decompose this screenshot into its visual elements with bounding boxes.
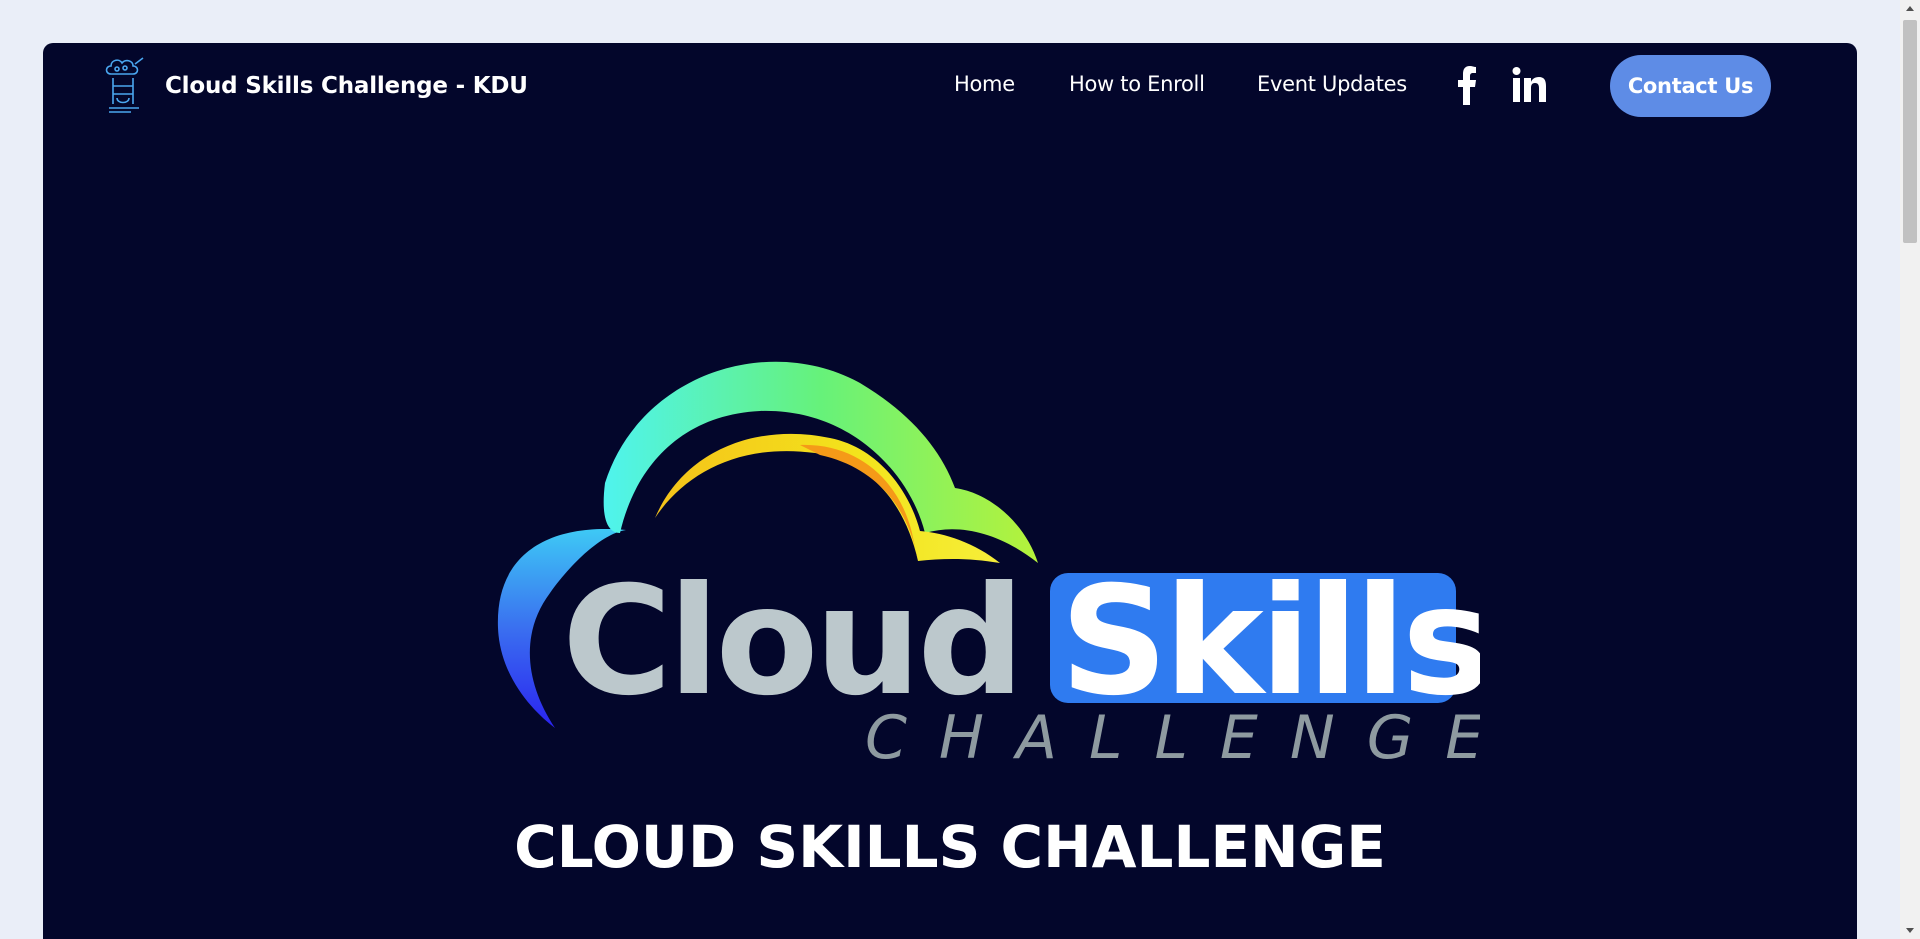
scroll-up-arrow-icon[interactable] xyxy=(1900,0,1920,17)
linkedin-link[interactable] xyxy=(1512,65,1546,105)
nav-home[interactable]: Home xyxy=(954,72,1015,96)
brand-logo-icon xyxy=(105,57,144,113)
scroll-down-arrow-icon[interactable] xyxy=(1900,922,1920,939)
contact-us-button[interactable]: Contact Us xyxy=(1610,55,1771,117)
nav-how-to-enroll[interactable]: How to Enroll xyxy=(1069,72,1205,96)
hero-card: Cloud Skills Challenge - KDU Home How to… xyxy=(43,43,1857,939)
linkedin-icon xyxy=(1512,67,1546,102)
logo-text-challenge: CHALLENGE xyxy=(865,703,1480,773)
nav-event-updates[interactable]: Event Updates xyxy=(1257,72,1407,96)
vertical-scrollbar[interactable] xyxy=(1900,0,1920,939)
hero-heading: CLOUD SKILLS CHALLENGE xyxy=(514,813,1386,881)
viewport: Cloud Skills Challenge - KDU Home How to… xyxy=(0,0,1900,939)
facebook-icon xyxy=(1458,66,1476,105)
scrollbar-thumb[interactable] xyxy=(1903,20,1917,243)
brand-title: Cloud Skills Challenge - KDU xyxy=(165,73,528,99)
cloud-skills-challenge-logo: Cloud Skills CHALLENGE xyxy=(497,361,1480,773)
facebook-link[interactable] xyxy=(1457,65,1477,105)
brand[interactable]: Cloud Skills Challenge - KDU xyxy=(103,56,528,116)
